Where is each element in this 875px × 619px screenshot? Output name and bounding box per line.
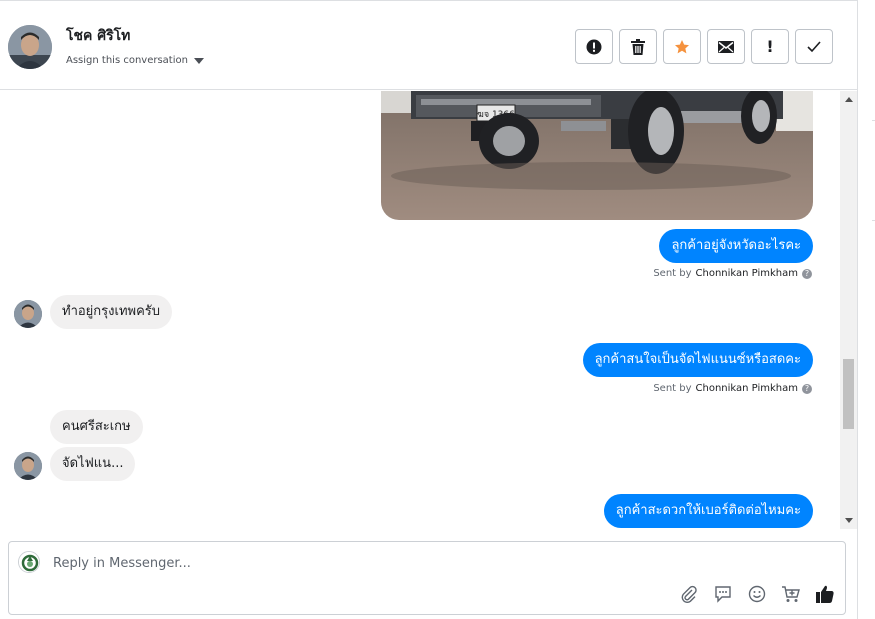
envelope-icon [718,40,734,53]
conversation-header: โชค ศิริโท Assign this conversation ! [0,0,857,90]
emoji-button[interactable] [747,584,767,604]
sender-name: Chonnikan Pimkham [695,383,798,394]
messenger-conversation-panel: โชค ศิริโท Assign this conversation ! ฆจ… [0,0,875,619]
cart-icon [782,586,800,602]
contact-avatar[interactable] [8,25,52,69]
outgoing-message[interactable]: ลูกค้าสนใจเป็นจัดไฟแนนซ์หรือสดคะ [582,343,813,377]
flag-button[interactable]: ! [751,29,789,64]
paperclip-icon [681,585,697,603]
scroll-up-arrow-icon[interactable] [845,97,853,102]
sent-by-prefix: Sent by [653,268,692,279]
attach-button[interactable] [679,584,699,604]
scroll-down-arrow-icon[interactable] [845,518,853,523]
contact-name: โชค ศิริโท [66,28,131,44]
composer-toolbar [679,584,835,604]
reply-composer[interactable]: Reply in Messenger... [8,541,846,615]
mark-spam-button[interactable] [575,29,613,64]
add-product-button[interactable] [781,584,801,604]
saved-replies-button[interactable] [713,584,733,604]
trash-icon [631,38,645,55]
side-panel-edge [857,0,875,619]
incoming-message[interactable]: จัดไฟแน... [50,447,136,481]
sender-name: Chonnikan Pimkham [695,268,798,279]
message-thread: ฆจ 1366 ลูกค้าอยู่จังหวัดอะไรคะ Sent by C… [0,91,840,529]
conversation-actions: ! [575,29,833,64]
exclamation-circle-icon [586,39,602,54]
help-icon[interactable]: ? [802,383,812,394]
page-avatar [18,551,40,573]
assign-conversation-dropdown[interactable]: Assign this conversation [66,55,204,66]
star-icon [675,39,689,53]
scrollbar-thumb[interactable] [843,359,854,429]
smiley-icon [748,585,766,603]
like-button[interactable] [815,584,835,604]
chat-bubble-icon [715,586,731,603]
sent-by-prefix: Sent by [653,383,692,394]
thumbs-up-icon [816,585,834,603]
mark-done-button[interactable] [795,29,833,64]
incoming-message[interactable]: คนศรีสะเกษ [50,410,143,444]
outgoing-message[interactable]: ลูกค้าสะดวกให้เบอร์ติดต่อไหมคะ [603,494,813,528]
checkmark-icon [807,40,821,52]
star-button[interactable] [663,29,701,64]
mark-unread-button[interactable] [707,29,745,64]
sent-by-label: Sent by Chonnikan Pimkham ? [653,383,812,394]
help-icon[interactable]: ? [802,268,812,279]
outgoing-message[interactable]: ลูกค้าอยู่จังหวัดอะไรคะ [659,229,813,263]
exclamation-icon: ! [766,37,774,56]
sent-by-label: Sent by Chonnikan Pimkham ? [653,268,812,279]
caret-down-icon [193,57,204,64]
vehicle-photo-message[interactable]: ฆจ 1366 [381,91,813,220]
incoming-message[interactable]: ทำอยู่กรุงเทพครับ [50,295,173,329]
contact-avatar-small[interactable] [14,300,42,328]
reply-input[interactable]: Reply in Messenger... [53,556,191,571]
thread-scrollbar[interactable] [840,91,857,529]
contact-avatar-small[interactable] [14,452,42,480]
delete-button[interactable] [619,29,657,64]
assign-label: Assign this conversation [66,55,188,66]
